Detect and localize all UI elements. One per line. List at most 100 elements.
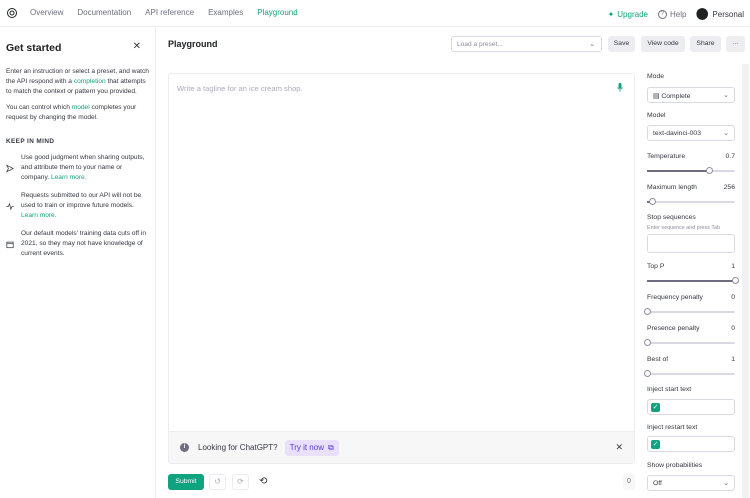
account-menu[interactable]: Personal: [696, 8, 744, 20]
best-of-slider[interactable]: [644, 370, 735, 377]
regenerate-icon[interactable]: ⟳: [232, 474, 249, 490]
undo-icon[interactable]: ↺: [209, 474, 226, 490]
temperature-slider[interactable]: [647, 167, 735, 174]
nav-link-playground[interactable]: Playground: [257, 8, 297, 17]
model-link[interactable]: model: [72, 104, 90, 111]
nav-right: ✦ Upgrade ? Help Personal: [608, 8, 744, 20]
presence-penalty-label: Presence penalty: [647, 325, 700, 332]
send-icon: [6, 164, 14, 173]
nav-link-overview[interactable]: Overview: [30, 8, 63, 17]
try-it-now-label: Try it now: [289, 443, 324, 452]
help-icon: ?: [657, 9, 667, 19]
preset-placeholder: Load a preset...: [457, 41, 503, 48]
openai-logo-icon[interactable]: [6, 7, 18, 19]
help-link[interactable]: ? Help: [657, 9, 687, 19]
frequency-penalty-slider[interactable]: [644, 308, 735, 315]
chevron-down-icon: ⌄: [723, 130, 729, 137]
sidebar-title: Get started: [6, 42, 62, 54]
external-link-icon: ⧉: [327, 442, 334, 452]
calendar-icon: [6, 241, 14, 249]
inject-restart-label: Inject restart text: [647, 424, 698, 431]
temperature-label: Temperature: [647, 153, 686, 160]
tip-item: Our default models' training data cuts o…: [6, 229, 149, 259]
top-p-value[interactable]: 1: [731, 263, 735, 270]
frequency-penalty-value[interactable]: 0: [731, 294, 735, 301]
save-button[interactable]: Save: [608, 36, 635, 52]
completion-link[interactable]: completion: [74, 78, 106, 85]
show-probabilities-select[interactable]: Off ⌄: [647, 475, 735, 491]
activity-icon: [6, 202, 14, 211]
slider-thumb[interactable]: [644, 339, 651, 346]
slider-fill: [647, 170, 709, 172]
prompt-placeholder: Write a tagline for an ice cream shop.: [177, 84, 303, 93]
slider-thumb[interactable]: [732, 277, 739, 284]
inject-start-field[interactable]: ✓: [647, 399, 735, 415]
submit-button[interactable]: Submit: [168, 474, 204, 490]
info-icon: i: [180, 443, 189, 452]
best-of-value[interactable]: 1: [731, 356, 735, 363]
show-probabilities-value: Off: [653, 480, 662, 487]
top-p-label: Top P: [647, 263, 665, 270]
nav-links: Overview Documentation API reference Exa…: [30, 8, 298, 17]
help-label: Help: [669, 9, 687, 19]
learn-more-link[interactable]: Learn more.: [51, 174, 87, 181]
token-count: 0: [623, 474, 635, 490]
tip-text: Requests submitted to our API will not b…: [21, 191, 149, 221]
slider-thumb[interactable]: [649, 198, 657, 205]
tip-item: Requests submitted to our API will not b…: [6, 191, 149, 221]
stop-sequences-input[interactable]: [647, 234, 735, 253]
slider-thumb[interactable]: [644, 308, 651, 315]
nav-link-examples[interactable]: Examples: [208, 8, 243, 17]
chatgpt-banner: i Looking for ChatGPT? Try it now ⧉ ✕: [169, 431, 634, 463]
view-code-button[interactable]: View code: [641, 36, 685, 52]
chevron-down-icon: ⌄: [723, 480, 729, 487]
preset-select[interactable]: Load a preset... ⌄: [451, 36, 602, 52]
avatar: [696, 8, 709, 20]
top-navigation: Overview Documentation API reference Exa…: [0, 0, 750, 27]
learn-more-link[interactable]: Learn more.: [21, 212, 57, 219]
show-probabilities-label: Show probabilities: [647, 462, 703, 469]
mode-label: Mode: [647, 73, 665, 80]
microphone-icon[interactable]: [617, 83, 623, 92]
upgrade-label: Upgrade: [617, 9, 648, 19]
settings-scrollbar[interactable]: [742, 64, 749, 498]
share-button[interactable]: Share: [690, 36, 721, 52]
try-it-now-button[interactable]: Try it now ⧉: [284, 439, 339, 456]
stop-sequences-label: Stop sequences: [647, 214, 696, 221]
stop-sequences-hint: Enter sequence and press Tab: [647, 225, 721, 231]
temperature-value[interactable]: 0.7: [726, 153, 735, 160]
nav-link-documentation[interactable]: Documentation: [77, 8, 131, 17]
banner-text: Looking for ChatGPT?: [198, 443, 278, 452]
presence-penalty-slider[interactable]: [644, 339, 735, 346]
inject-restart-checkbox[interactable]: ✓: [651, 440, 660, 449]
nav-link-api-reference[interactable]: API reference: [145, 8, 194, 17]
model-text: You can control which: [6, 104, 72, 111]
model-select[interactable]: text-davinci-003 ⌄: [647, 125, 735, 141]
sidebar-model-text: You can control which model completes yo…: [6, 103, 149, 123]
page-title: Playground: [168, 39, 218, 49]
max-length-value[interactable]: 256: [724, 184, 735, 191]
max-length-label: Maximum length: [647, 184, 697, 191]
slider-thumb[interactable]: [644, 370, 651, 377]
tip-text: Our default models' training data cuts o…: [21, 230, 147, 257]
mode-select[interactable]: ▤ Complete ⌄: [647, 87, 735, 103]
slider-thumb[interactable]: [705, 167, 713, 174]
close-icon[interactable]: ✕: [133, 41, 141, 52]
inject-start-label: Inject start text: [647, 386, 692, 393]
inject-restart-field[interactable]: ✓: [647, 436, 735, 452]
best-of-label: Best of: [647, 356, 669, 363]
inject-start-checkbox[interactable]: ✓: [651, 403, 660, 412]
sidebar-intro: Enter an instruction or select a preset,…: [6, 67, 149, 97]
prompt-editor[interactable]: Write a tagline for an ice cream shop. i…: [168, 73, 635, 464]
presence-penalty-value[interactable]: 0: [731, 325, 735, 332]
upgrade-link[interactable]: ✦ Upgrade: [608, 10, 648, 19]
max-length-slider[interactable]: [647, 198, 735, 205]
more-options-button[interactable]: ···: [726, 36, 745, 52]
tip-body: Requests submitted to our API will not b…: [21, 192, 142, 209]
slider-fill: [647, 280, 735, 282]
banner-close-icon[interactable]: ✕: [615, 442, 623, 453]
sparkle-icon: ✦: [607, 9, 615, 19]
top-p-slider[interactable]: [647, 277, 739, 284]
history-icon[interactable]: ⟲: [259, 476, 267, 487]
get-started-sidebar: Get started ✕ Enter an instruction or se…: [0, 28, 156, 498]
